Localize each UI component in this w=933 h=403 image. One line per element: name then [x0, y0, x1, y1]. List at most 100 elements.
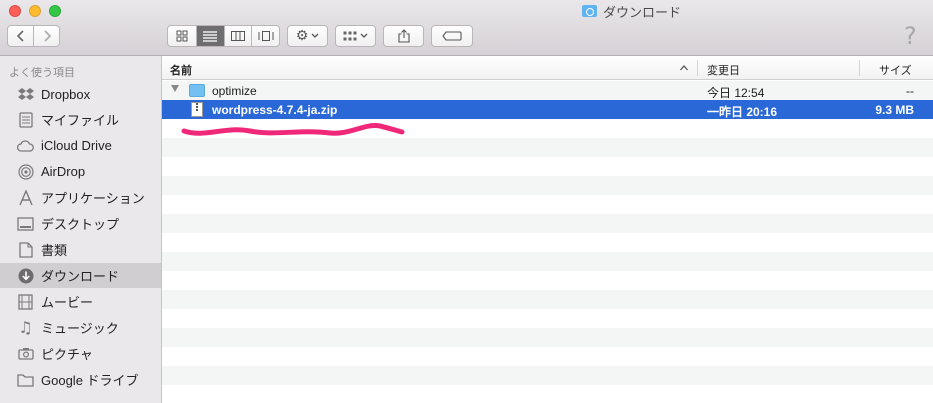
sidebar-item-applications[interactable]: アプリケーション	[0, 185, 161, 210]
file-row-wordpress-zip[interactable]: wordpress-4.7.4-ja.zip 一昨日 20:16 9.3 MB	[162, 100, 933, 119]
sidebar-item-airdrop[interactable]: AirDrop	[0, 159, 161, 184]
grid-icon	[176, 30, 188, 42]
applications-icon	[17, 189, 34, 206]
column-header-bar: 名前 変更日 サイズ	[162, 56, 933, 80]
navigation-buttons	[7, 25, 60, 47]
empty-row	[162, 385, 933, 403]
empty-row	[162, 195, 933, 214]
columns-icon	[230, 31, 245, 41]
chevron-down-icon	[360, 33, 368, 38]
window-title-text: ダウンロード	[603, 4, 682, 20]
downloads-folder-icon	[582, 5, 597, 17]
column-header-size[interactable]: サイズ	[879, 62, 912, 78]
close-window-button[interactable]	[9, 5, 21, 17]
toolbar: ダウンロード ⚙ ?	[0, 0, 933, 56]
action-menu-button[interactable]: ⚙	[287, 25, 328, 47]
sidebar-item-label: アプリケーション	[41, 191, 145, 206]
sort-ascending-icon[interactable]	[679, 61, 689, 75]
empty-row	[162, 309, 933, 328]
empty-row	[162, 233, 933, 252]
sidebar-item-label: ダウンロード	[41, 269, 120, 284]
gear-icon: ⚙	[295, 28, 309, 44]
column-divider[interactable]	[697, 60, 698, 76]
sidebar-item-desktop[interactable]: デスクトップ	[0, 211, 161, 236]
all-my-files-icon	[17, 111, 34, 128]
share-icon	[397, 29, 410, 43]
file-size: 9.3 MB	[875, 103, 914, 117]
sidebar-section-header: よく使う項目	[9, 67, 75, 79]
movies-icon	[17, 293, 34, 310]
empty-row	[162, 328, 933, 347]
file-date: 一昨日 20:16	[707, 105, 778, 119]
sidebar-item-icloud-drive[interactable]: iCloud Drive	[0, 133, 161, 158]
file-row-optimize[interactable]: optimize 今日 12:54 --	[162, 81, 933, 100]
empty-row	[162, 157, 933, 176]
file-name: optimize	[212, 84, 257, 98]
sidebar-item-label: 書類	[41, 243, 68, 258]
coverflow-view-button[interactable]	[251, 26, 279, 46]
zip-file-icon	[191, 102, 203, 117]
sidebar-item-label: ピクチャ	[41, 347, 93, 362]
sidebar-item-movies[interactable]: ムービー	[0, 289, 161, 314]
sidebar-item-downloads[interactable]: ダウンロード	[0, 263, 161, 288]
folder-icon	[189, 84, 205, 97]
arrange-grid-icon	[343, 31, 357, 40]
sidebar-item-label: Google ドライブ	[41, 373, 139, 388]
cloud-icon	[17, 137, 34, 154]
chevron-left-icon	[16, 30, 24, 42]
forward-button[interactable]	[33, 26, 59, 46]
empty-row	[162, 271, 933, 290]
documents-icon	[17, 241, 34, 258]
sidebar-item-label: デスクトップ	[41, 217, 120, 232]
empty-row	[162, 252, 933, 271]
airdrop-icon	[17, 163, 34, 180]
back-button[interactable]	[8, 26, 33, 46]
arrange-menu-button[interactable]	[335, 25, 376, 47]
tag-icon	[442, 31, 462, 41]
camera-icon	[17, 345, 34, 362]
share-button[interactable]	[383, 25, 424, 47]
file-size: --	[906, 84, 914, 98]
sidebar-item-label: マイファイル	[41, 113, 120, 128]
desktop-icon	[17, 215, 34, 232]
list-view-button[interactable]	[195, 26, 224, 46]
dropbox-icon	[17, 86, 34, 103]
empty-row	[162, 214, 933, 233]
sidebar-item-label: ムービー	[41, 295, 94, 310]
list-icon	[203, 31, 218, 42]
icon-view-button[interactable]	[168, 26, 196, 46]
empty-row	[162, 366, 933, 385]
column-view-button[interactable]	[223, 26, 252, 46]
tag-button[interactable]	[431, 25, 473, 47]
coverflow-icon	[258, 31, 274, 41]
file-list: 名前 変更日 サイズ optimize 今日 12:54 -- wordpres…	[162, 56, 933, 403]
column-header-date[interactable]: 変更日	[707, 62, 740, 78]
sidebar-item-dropbox[interactable]: Dropbox	[0, 82, 161, 107]
underline-annotation	[181, 123, 405, 136]
file-date: 今日 12:54	[707, 86, 765, 100]
column-header-name[interactable]: 名前	[170, 62, 192, 78]
file-name: wordpress-4.7.4-ja.zip	[212, 103, 338, 117]
chevron-right-icon	[44, 30, 51, 42]
column-divider[interactable]	[859, 60, 860, 76]
sidebar-item-music[interactable]: ♫ ミュージック	[0, 315, 161, 340]
sidebar-item-google-drive[interactable]: Google ドライブ	[0, 367, 161, 392]
disclosure-triangle-icon[interactable]	[171, 85, 179, 92]
sidebar-item-label: Dropbox	[41, 87, 91, 102]
zoom-window-button[interactable]	[49, 5, 61, 17]
download-icon	[17, 267, 34, 284]
sidebar: よく使う項目 Dropbox マイファイル iCloud Drive AirDr…	[0, 56, 162, 403]
folder-icon	[17, 371, 34, 388]
minimize-window-button[interactable]	[29, 5, 41, 17]
sidebar-item-documents[interactable]: 書類	[0, 237, 161, 262]
sidebar-item-my-files[interactable]: マイファイル	[0, 107, 161, 132]
empty-row	[162, 290, 933, 309]
sidebar-item-label: AirDrop	[41, 164, 86, 179]
empty-row	[162, 347, 933, 366]
help-icon[interactable]: ?	[904, 22, 917, 50]
sidebar-item-label: ミュージック	[41, 321, 119, 336]
sidebar-item-label: iCloud Drive	[41, 138, 112, 153]
chevron-down-icon	[311, 33, 319, 38]
sidebar-item-pictures[interactable]: ピクチャ	[0, 341, 161, 366]
empty-row	[162, 176, 933, 195]
